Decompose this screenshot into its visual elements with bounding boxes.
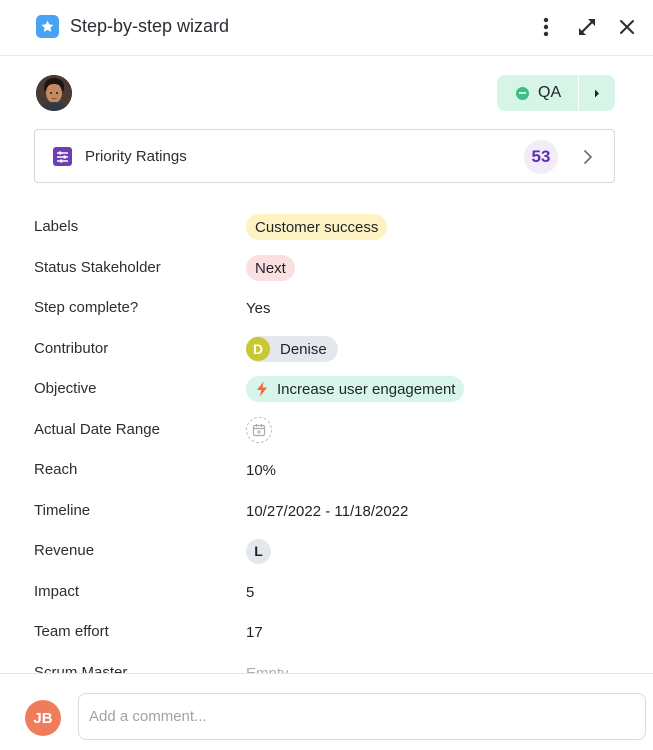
scrum-master-value[interactable]: Empty xyxy=(246,665,289,674)
field-row-objective: Objective Increase user engagement xyxy=(0,369,653,409)
timeline-value[interactable]: 10/27/2022 - 11/18/2022 xyxy=(246,503,408,520)
priority-count-badge: 53 xyxy=(524,140,558,174)
contributor-chip[interactable]: D Denise xyxy=(246,336,338,362)
priority-ratings-card[interactable]: Priority Ratings 53 xyxy=(34,129,615,183)
panel-header: Step-by-step wizard xyxy=(0,0,653,56)
field-label: Step complete? xyxy=(34,299,139,316)
field-label: Objective xyxy=(34,380,97,397)
current-user-avatar: JB xyxy=(25,700,61,736)
page-title: Step-by-step wizard xyxy=(70,16,230,36)
next-status-button[interactable] xyxy=(579,75,615,111)
field-row-revenue: Revenue L xyxy=(0,531,653,571)
sliders-icon xyxy=(53,147,72,166)
field-row-scrum-master: Scrum Master Empty xyxy=(0,653,653,673)
field-label: Timeline xyxy=(34,502,91,519)
close-button[interactable] xyxy=(614,14,640,40)
field-row-contributor: Contributor D Denise xyxy=(0,329,653,369)
priority-ratings-label: Priority Ratings xyxy=(85,148,187,165)
revenue-size-badge[interactable]: L xyxy=(246,538,271,564)
impact-value[interactable]: 5 xyxy=(246,584,254,601)
kebab-menu-icon xyxy=(543,17,549,37)
field-row-labels: Labels Customer success xyxy=(0,207,653,247)
status-progress-icon xyxy=(516,86,529,100)
field-label: Status Stakeholder xyxy=(34,259,161,276)
status-dropdown: QA xyxy=(497,75,615,111)
comment-footer: JB xyxy=(0,673,653,750)
comment-input[interactable] xyxy=(78,693,646,740)
field-row-impact: Impact 5 xyxy=(0,572,653,612)
team-effort-value[interactable]: 17 xyxy=(246,624,263,641)
field-row-status-stakeholder: Status Stakeholder Next xyxy=(0,248,653,288)
step-complete-value[interactable]: Yes xyxy=(246,300,270,317)
contributor-avatar: D xyxy=(246,337,270,361)
caret-right-icon xyxy=(595,89,599,97)
field-label: Labels xyxy=(34,218,79,235)
status-button[interactable]: QA xyxy=(497,75,578,111)
objective-name: Increase user engagement xyxy=(277,380,456,398)
contributor-name: Denise xyxy=(280,340,327,358)
chevron-right-icon xyxy=(584,150,592,164)
objective-chip[interactable]: Increase user engagement xyxy=(246,376,465,402)
field-row-step-complete: Step complete? Yes xyxy=(0,288,653,328)
reach-value[interactable]: 10% xyxy=(246,462,276,479)
add-date-button[interactable] xyxy=(246,417,272,443)
field-label: Revenue xyxy=(34,542,95,559)
label-tag[interactable]: Customer success xyxy=(246,214,388,240)
field-label: Contributor xyxy=(34,340,109,357)
field-label: Team effort xyxy=(34,623,109,640)
collapse-expand-icon xyxy=(579,19,595,35)
calendar-icon xyxy=(252,424,266,437)
field-label: Reach xyxy=(34,461,78,478)
status-divider xyxy=(578,75,579,111)
lightning-bolt-icon xyxy=(257,381,267,397)
status-label: QA xyxy=(538,84,562,101)
field-row-team-effort: Team effort 17 xyxy=(0,612,653,652)
field-label: Actual Date Range xyxy=(34,421,160,438)
field-row-timeline: Timeline 10/27/2022 - 11/18/2022 xyxy=(0,491,653,531)
task-details: QA Priority Ratings 53 Labels Customer s… xyxy=(0,57,653,673)
field-row-actual-date-range: Actual Date Range xyxy=(0,410,653,450)
field-label: Scrum Master xyxy=(34,664,128,673)
field-row-reach: Reach 10% xyxy=(0,450,653,490)
close-icon xyxy=(620,20,634,34)
assignee-avatar[interactable] xyxy=(36,75,72,111)
star-icon xyxy=(36,15,59,38)
more-options-button[interactable] xyxy=(533,14,559,40)
field-label: Impact xyxy=(34,583,80,600)
collapse-button[interactable] xyxy=(574,14,600,40)
status-stakeholder-tag[interactable]: Next xyxy=(246,255,295,281)
